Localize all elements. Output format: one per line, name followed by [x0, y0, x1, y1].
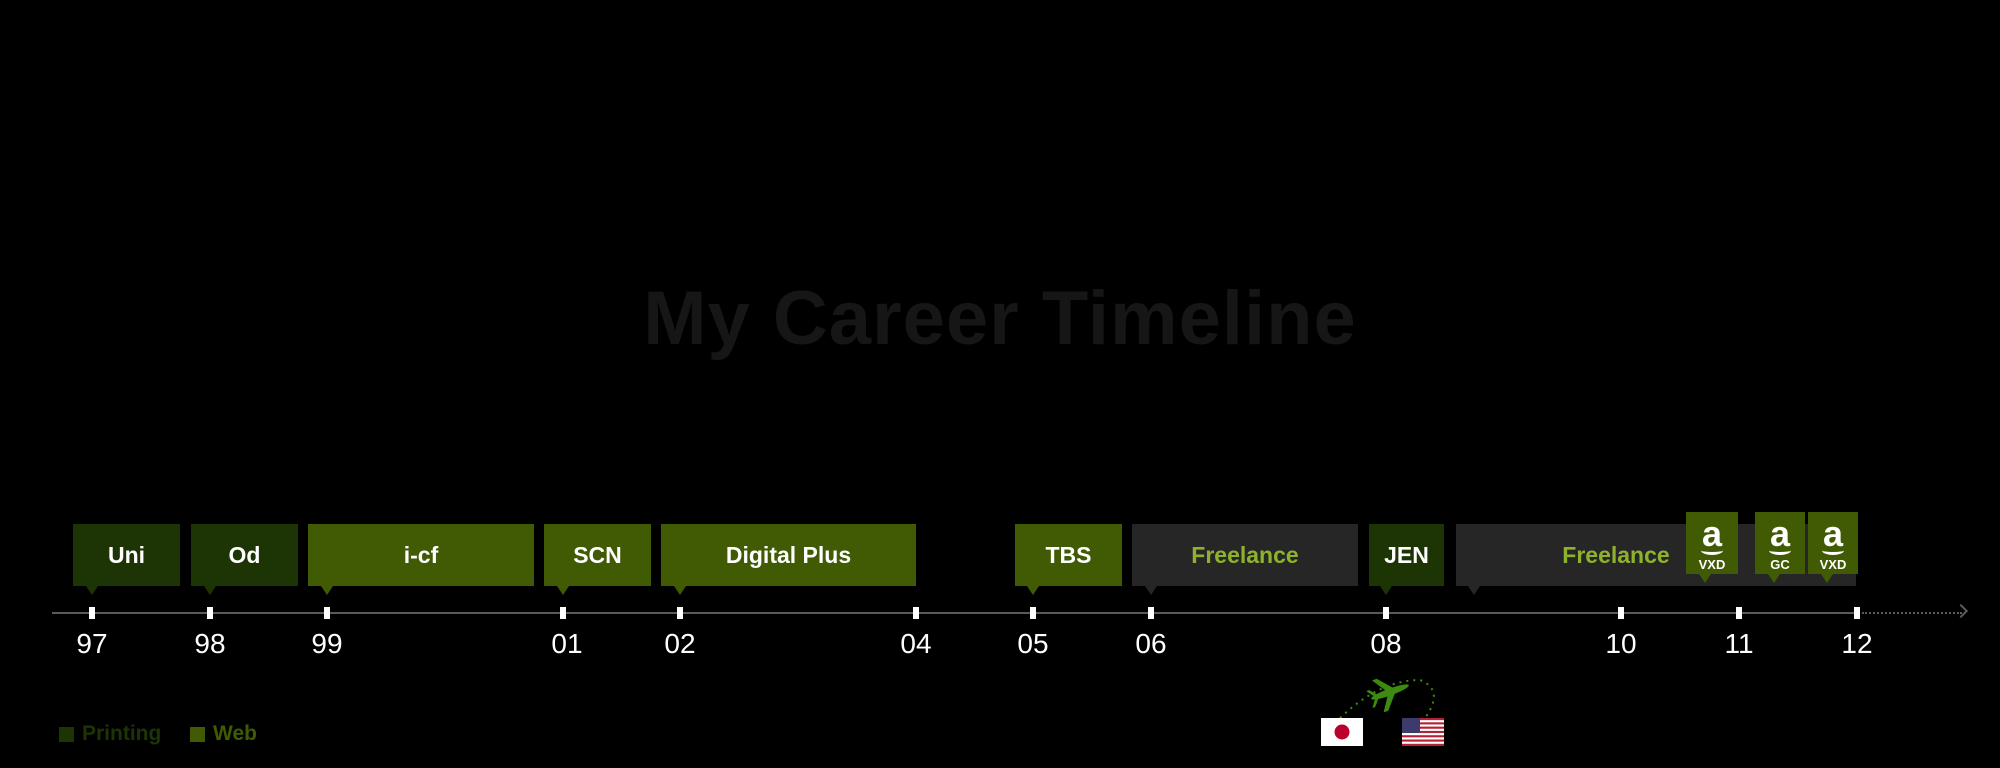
page-title: My Career Timeline — [643, 276, 1357, 361]
legend-label: Web — [213, 722, 257, 745]
amazon-smile-icon — [1701, 546, 1723, 555]
timeline-axis-continuation — [1862, 612, 1962, 614]
job-start-pointer — [1768, 574, 1780, 583]
job-label: Freelance — [1191, 541, 1299, 568]
year-label: 98 — [194, 628, 226, 659]
year-label: 04 — [900, 628, 932, 659]
year-label: 12 — [1841, 628, 1873, 659]
year-tick — [207, 607, 213, 619]
amazon-badge-gc[interactable]: a GC — [1755, 512, 1805, 583]
job-start-pointer — [1699, 574, 1711, 583]
year-label: 06 — [1135, 628, 1167, 659]
job-bar-digital-plus[interactable]: Digital Plus — [661, 524, 916, 595]
job-label: Digital Plus — [725, 541, 852, 568]
year-tick — [677, 607, 683, 619]
year-label: 10 — [1605, 628, 1637, 659]
year-tick — [1383, 607, 1389, 619]
timeline-axis — [52, 612, 1858, 614]
year-label: 08 — [1370, 628, 1402, 659]
year-label: 02 — [664, 628, 696, 659]
job-start-pointer — [1468, 586, 1480, 595]
year-tick — [1030, 607, 1036, 619]
year-label: 99 — [311, 628, 343, 659]
job-start-pointer — [1821, 574, 1833, 583]
legend-swatch — [190, 726, 205, 742]
job-start-pointer — [86, 586, 98, 595]
legend-item-web: Web — [190, 722, 257, 746]
amazon-badge-label: VXD — [1819, 557, 1847, 572]
year-tick — [1854, 607, 1860, 619]
year-tick — [1736, 607, 1742, 619]
year-tick — [89, 607, 95, 619]
amazon-smile-icon — [1769, 546, 1791, 555]
year-label: 05 — [1017, 628, 1049, 659]
legend-item-printing: Printing — [59, 722, 161, 746]
job-bar-tbs[interactable]: TBS — [1015, 524, 1122, 595]
job-label: Freelance — [1562, 541, 1670, 568]
job-start-pointer — [1380, 586, 1392, 595]
amazon-badge-vxd[interactable]: a VXD — [1686, 512, 1738, 583]
job-start-pointer — [321, 586, 333, 595]
legend-swatch — [59, 726, 74, 742]
year-label: 97 — [76, 628, 108, 659]
amazon-smile-icon — [1822, 546, 1844, 555]
year-tick — [1618, 607, 1624, 619]
usa-flag-icon — [1402, 718, 1444, 746]
year-tick — [324, 607, 330, 619]
job-bar-freelance-1[interactable]: Freelance — [1132, 524, 1358, 595]
job-label: SCN — [573, 541, 622, 568]
amazon-badge-vxd[interactable]: a VXD — [1808, 512, 1858, 583]
job-start-pointer — [1027, 586, 1039, 595]
arrow-right-icon — [1953, 603, 1969, 619]
job-start-pointer — [204, 586, 216, 595]
job-start-pointer — [557, 586, 569, 595]
year-tick — [560, 607, 566, 619]
job-bar-uni[interactable]: Uni — [73, 524, 180, 595]
year-tick — [1148, 607, 1154, 619]
amazon-badge-label: GC — [1770, 557, 1790, 572]
job-bar-jen[interactable]: JEN — [1369, 524, 1444, 595]
legend-label: Printing — [82, 722, 162, 745]
japan-flag-icon — [1321, 718, 1363, 746]
year-label: 11 — [1724, 628, 1754, 659]
year-label: 01 — [551, 628, 583, 659]
job-bar-scn[interactable]: SCN — [544, 524, 651, 595]
amazon-badge-label: VXD — [1698, 557, 1726, 572]
job-start-pointer — [674, 586, 686, 595]
job-label: TBS — [1045, 541, 1092, 568]
airplane-icon — [1366, 678, 1409, 712]
job-bar-od[interactable]: Od — [191, 524, 298, 595]
job-start-pointer — [1145, 586, 1157, 595]
job-label: Uni — [107, 541, 146, 568]
job-bar-i-cf[interactable]: i-cf — [308, 524, 534, 595]
job-label: Od — [228, 541, 261, 568]
job-label: i-cf — [403, 541, 439, 568]
year-tick — [913, 607, 919, 619]
job-label: JEN — [1384, 541, 1429, 568]
